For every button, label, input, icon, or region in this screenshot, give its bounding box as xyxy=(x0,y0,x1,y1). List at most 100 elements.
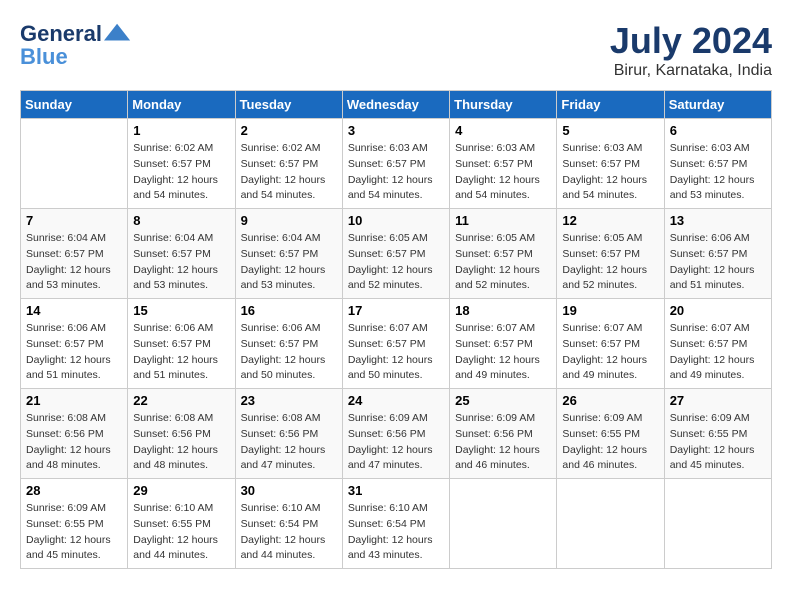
day-number: 10 xyxy=(348,213,444,228)
day-number: 5 xyxy=(562,123,658,138)
month-year: July 2024 xyxy=(610,20,772,62)
logo-text: General xyxy=(20,23,102,45)
day-number: 3 xyxy=(348,123,444,138)
calendar-cell: 13Sunrise: 6:06 AMSunset: 6:57 PMDayligh… xyxy=(664,209,771,299)
day-info: Sunrise: 6:08 AMSunset: 6:56 PMDaylight:… xyxy=(241,411,337,474)
calendar-body: 1 Sunrise: 6:02 AMSunset: 6:57 PMDaylight… xyxy=(21,119,772,569)
day-info: Sunrise: 6:03 AMSunset: 6:57 PMDaylight:… xyxy=(348,141,444,204)
day-info: Sunrise: 6:09 AMSunset: 6:55 PMDaylight:… xyxy=(26,501,122,564)
calendar-header-row: SundayMondayTuesdayWednesdayThursdayFrid… xyxy=(21,91,772,119)
day-number: 12 xyxy=(562,213,658,228)
day-info: Sunrise: 6:09 AMSunset: 6:55 PMDaylight:… xyxy=(670,411,766,474)
calendar-cell: 18 Sunrise: 6:07 AMSunset: 6:57 PMDayligh… xyxy=(450,299,557,389)
calendar-cell xyxy=(664,479,771,569)
week-row: 14 Sunrise: 6:06 AMSunset: 6:57 PMDayligh… xyxy=(21,299,772,389)
week-row: 21 Sunrise: 6:08 AMSunset: 6:56 PMDayligh… xyxy=(21,389,772,479)
calendar-cell: 17 Sunrise: 6:07 AMSunset: 6:57 PMDayligh… xyxy=(342,299,449,389)
day-header-monday: Monday xyxy=(128,91,235,119)
day-number: 22 xyxy=(133,393,229,408)
day-info: Sunrise: 6:08 AMSunset: 6:56 PMDaylight:… xyxy=(26,411,122,474)
day-number: 1 xyxy=(133,123,229,138)
calendar-cell: 4Sunrise: 6:03 AMSunset: 6:57 PMDaylight… xyxy=(450,119,557,209)
calendar-cell: 28Sunrise: 6:09 AMSunset: 6:55 PMDayligh… xyxy=(21,479,128,569)
day-number: 20 xyxy=(670,303,766,318)
day-header-friday: Friday xyxy=(557,91,664,119)
day-info: Sunrise: 6:10 AMSunset: 6:54 PMDaylight:… xyxy=(241,501,337,564)
day-number: 18 xyxy=(455,303,551,318)
day-number: 14 xyxy=(26,303,122,318)
calendar-cell: 15 Sunrise: 6:06 AMSunset: 6:57 PMDayligh… xyxy=(128,299,235,389)
day-number: 24 xyxy=(348,393,444,408)
day-header-thursday: Thursday xyxy=(450,91,557,119)
day-info: Sunrise: 6:04 AMSunset: 6:57 PMDaylight:… xyxy=(133,231,229,294)
day-info: Sunrise: 6:05 AMSunset: 6:57 PMDaylight:… xyxy=(348,231,444,294)
calendar-cell: 20 Sunrise: 6:07 AMSunset: 6:57 PMDayligh… xyxy=(664,299,771,389)
day-info: Sunrise: 6:06 AMSunset: 6:57 PMDaylight:… xyxy=(670,231,766,294)
day-number: 11 xyxy=(455,213,551,228)
day-number: 23 xyxy=(241,393,337,408)
calendar-cell: 2 Sunrise: 6:02 AMSunset: 6:57 PMDaylight… xyxy=(235,119,342,209)
day-number: 19 xyxy=(562,303,658,318)
title-area: July 2024 Birur, Karnataka, India xyxy=(610,20,772,80)
day-info: Sunrise: 6:09 AMSunset: 6:56 PMDaylight:… xyxy=(348,411,444,474)
day-info: Sunrise: 6:09 AMSunset: 6:56 PMDaylight:… xyxy=(455,411,551,474)
day-info: Sunrise: 6:07 AMSunset: 6:57 PMDaylight:… xyxy=(348,321,444,384)
day-info: Sunrise: 6:04 AMSunset: 6:57 PMDaylight:… xyxy=(241,231,337,294)
day-header-tuesday: Tuesday xyxy=(235,91,342,119)
calendar-cell: 27 Sunrise: 6:09 AMSunset: 6:55 PMDayligh… xyxy=(664,389,771,479)
calendar-cell: 19Sunrise: 6:07 AMSunset: 6:57 PMDayligh… xyxy=(557,299,664,389)
day-number: 7 xyxy=(26,213,122,228)
calendar-cell: 5 Sunrise: 6:03 AMSunset: 6:57 PMDaylight… xyxy=(557,119,664,209)
day-info: Sunrise: 6:05 AMSunset: 6:57 PMDaylight:… xyxy=(562,231,658,294)
calendar-cell: 21 Sunrise: 6:08 AMSunset: 6:56 PMDayligh… xyxy=(21,389,128,479)
day-info: Sunrise: 6:05 AMSunset: 6:57 PMDaylight:… xyxy=(455,231,551,294)
day-info: Sunrise: 6:10 AMSunset: 6:55 PMDaylight:… xyxy=(133,501,229,564)
calendar-cell: 23 Sunrise: 6:08 AMSunset: 6:56 PMDayligh… xyxy=(235,389,342,479)
calendar-cell: 12 Sunrise: 6:05 AMSunset: 6:57 PMDayligh… xyxy=(557,209,664,299)
day-info: Sunrise: 6:02 AMSunset: 6:57 PMDaylight:… xyxy=(241,141,337,204)
calendar-cell: 8Sunrise: 6:04 AMSunset: 6:57 PMDaylight… xyxy=(128,209,235,299)
calendar-cell: 7 Sunrise: 6:04 AMSunset: 6:57 PMDaylight… xyxy=(21,209,128,299)
day-info: Sunrise: 6:03 AMSunset: 6:57 PMDaylight:… xyxy=(455,141,551,204)
day-info: Sunrise: 6:02 AMSunset: 6:57 PMDaylight:… xyxy=(133,141,229,204)
calendar-cell: 14 Sunrise: 6:06 AMSunset: 6:57 PMDayligh… xyxy=(21,299,128,389)
calendar-cell: 16 Sunrise: 6:06 AMSunset: 6:57 PMDayligh… xyxy=(235,299,342,389)
day-number: 25 xyxy=(455,393,551,408)
day-info: Sunrise: 6:07 AMSunset: 6:57 PMDaylight:… xyxy=(670,321,766,384)
day-number: 16 xyxy=(241,303,337,318)
day-number: 15 xyxy=(133,303,229,318)
location: Birur, Karnataka, India xyxy=(610,62,772,80)
day-info: Sunrise: 6:08 AMSunset: 6:56 PMDaylight:… xyxy=(133,411,229,474)
day-info: Sunrise: 6:06 AMSunset: 6:57 PMDaylight:… xyxy=(241,321,337,384)
day-info: Sunrise: 6:10 AMSunset: 6:54 PMDaylight:… xyxy=(348,501,444,564)
day-info: Sunrise: 6:03 AMSunset: 6:57 PMDaylight:… xyxy=(562,141,658,204)
calendar-cell xyxy=(21,119,128,209)
calendar-cell: 10 Sunrise: 6:05 AMSunset: 6:57 PMDayligh… xyxy=(342,209,449,299)
day-number: 21 xyxy=(26,393,122,408)
page-header: General Blue July 2024 Birur, Karnataka,… xyxy=(20,20,772,80)
day-header-saturday: Saturday xyxy=(664,91,771,119)
calendar-cell xyxy=(450,479,557,569)
day-number: 27 xyxy=(670,393,766,408)
calendar-cell xyxy=(557,479,664,569)
week-row: 7 Sunrise: 6:04 AMSunset: 6:57 PMDaylight… xyxy=(21,209,772,299)
calendar-cell: 1 Sunrise: 6:02 AMSunset: 6:57 PMDaylight… xyxy=(128,119,235,209)
calendar-cell: 31Sunrise: 6:10 AMSunset: 6:54 PMDayligh… xyxy=(342,479,449,569)
calendar-cell: 30Sunrise: 6:10 AMSunset: 6:54 PMDayligh… xyxy=(235,479,342,569)
calendar-cell: 25 Sunrise: 6:09 AMSunset: 6:56 PMDayligh… xyxy=(450,389,557,479)
day-header-wednesday: Wednesday xyxy=(342,91,449,119)
day-info: Sunrise: 6:06 AMSunset: 6:57 PMDaylight:… xyxy=(133,321,229,384)
day-info: Sunrise: 6:04 AMSunset: 6:57 PMDaylight:… xyxy=(26,231,122,294)
day-number: 2 xyxy=(241,123,337,138)
day-info: Sunrise: 6:07 AMSunset: 6:57 PMDaylight:… xyxy=(455,321,551,384)
calendar-cell: 24 Sunrise: 6:09 AMSunset: 6:56 PMDayligh… xyxy=(342,389,449,479)
day-number: 17 xyxy=(348,303,444,318)
day-number: 26 xyxy=(562,393,658,408)
day-number: 6 xyxy=(670,123,766,138)
calendar-cell: 26Sunrise: 6:09 AMSunset: 6:55 PMDayligh… xyxy=(557,389,664,479)
calendar-cell: 3 Sunrise: 6:03 AMSunset: 6:57 PMDaylight… xyxy=(342,119,449,209)
logo: General Blue xyxy=(20,20,132,70)
calendar-cell: 22 Sunrise: 6:08 AMSunset: 6:56 PMDayligh… xyxy=(128,389,235,479)
calendar-cell: 6Sunrise: 6:03 AMSunset: 6:57 PMDaylight… xyxy=(664,119,771,209)
day-info: Sunrise: 6:06 AMSunset: 6:57 PMDaylight:… xyxy=(26,321,122,384)
